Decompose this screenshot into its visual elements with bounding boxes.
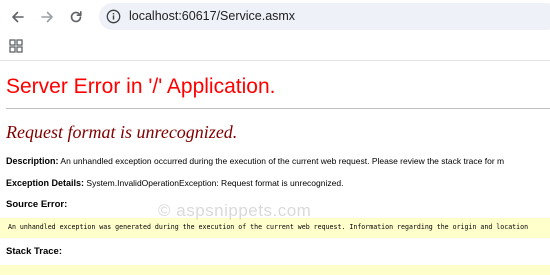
arrow-right-icon: [41, 11, 53, 23]
source-error-label: Source Error:: [6, 199, 68, 210]
source-error-box: An unhandled exception was generated dur…: [0, 218, 550, 238]
reload-button[interactable]: [64, 5, 88, 29]
back-button[interactable]: [6, 5, 30, 29]
arrow-left-icon: [12, 11, 24, 23]
description-line: Description: An unhandled exception occu…: [6, 156, 504, 166]
watermark: © aspsnippets.com: [158, 201, 312, 220]
exception-text: System.InvalidOperationException: Reques…: [86, 178, 344, 188]
exception-details-line: Exception Details: System.InvalidOperati…: [6, 178, 343, 188]
page-title: Server Error in '/' Application.: [6, 75, 276, 98]
browser-toolbar: localhost:60617/Service.asmx: [0, 0, 550, 33]
apps-grid-icon[interactable]: [9, 39, 23, 53]
info-icon[interactable]: [106, 9, 121, 24]
stack-trace-label: Stack Trace:: [6, 246, 62, 257]
url-text[interactable]: localhost:60617/Service.asmx: [129, 9, 295, 23]
address-bar[interactable]: localhost:60617/Service.asmx: [99, 3, 550, 30]
description-label: Description:: [6, 156, 59, 166]
forward-button[interactable]: [35, 5, 59, 29]
reload-icon: [70, 11, 82, 23]
source-error-text: An unhandled exception was generated dur…: [8, 223, 529, 231]
error-message: Request format is unrecognized.: [6, 122, 238, 142]
exception-label: Exception Details:: [6, 178, 85, 188]
description-text: An unhandled exception occurred during t…: [60, 156, 505, 166]
divider: [6, 108, 550, 109]
error-page: Server Error in '/' Application. Request…: [0, 61, 550, 275]
bookmarks-bar: [0, 33, 550, 61]
stack-trace-box: [0, 265, 550, 275]
